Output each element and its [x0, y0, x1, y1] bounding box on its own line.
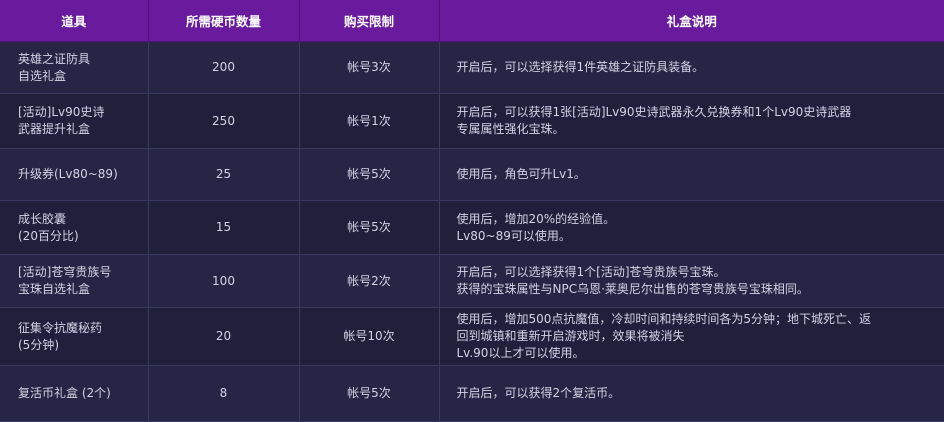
- description-cell: 开启后，可以选择获得1件英雄之证防具装备。: [439, 41, 944, 94]
- item-name-cell: [活动]Lv90史诗 武器提升礼盒: [0, 93, 149, 149]
- item-name-line: [活动]Lv90史诗: [18, 105, 105, 119]
- item-name-line: 成长胶囊: [18, 211, 67, 226]
- description-line: 开启后，可以获得2个复活币。: [456, 386, 621, 400]
- coin-cost-cell: 250: [148, 93, 300, 149]
- description-line: 回到城镇和重新开启游戏时，效果将被消失: [456, 329, 685, 343]
- purchase-limit-cell: 帐号5次: [299, 148, 440, 201]
- description-cell: 开启后，可以获得2个复活币。: [439, 365, 944, 422]
- coin-cost-cell: 200: [148, 41, 300, 94]
- description-line: 使用后，增加500点抗魔值，冷却时间和持续时间各为5分钟；地下城死亡、返: [456, 312, 872, 326]
- header-item: 道具: [0, 0, 149, 42]
- coin-cost-cell: 15: [148, 200, 300, 255]
- purchase-limit-cell: 帐号1次: [299, 93, 440, 149]
- description-cell: 使用后，角色可升Lv1。: [439, 148, 944, 201]
- purchase-limit-cell: 帐号10次: [299, 307, 440, 366]
- description-cell: 开启后，可以选择获得1个[活动]苍穹贵族号宝珠。 获得的宝珠属性与NPC乌恩·莱…: [439, 254, 944, 308]
- header-description: 礼盒说明: [439, 0, 944, 42]
- description-cell: 使用后，增加20%的经验值。 Lv80~89可以使用。: [439, 200, 944, 255]
- description-line: 开启后，可以选择获得1件英雄之证防具装备。: [456, 60, 705, 74]
- description-line: 使用后，角色可升Lv1。: [456, 167, 586, 181]
- purchase-limit-cell: 帐号5次: [299, 200, 440, 255]
- purchase-limit-cell: 帐号2次: [299, 254, 440, 308]
- item-name-cell: 成长胶囊 (20百分比): [0, 200, 149, 255]
- item-name-line: (20百分比): [18, 228, 79, 243]
- item-name-line: (5分钟): [18, 337, 59, 352]
- description-cell: 使用后，增加500点抗魔值，冷却时间和持续时间各为5分钟；地下城死亡、返 回到城…: [439, 307, 944, 366]
- item-name-cell: [活动]苍穹贵族号 宝珠自选礼盒: [0, 254, 149, 308]
- description-line: 使用后，增加20%的经验值。: [456, 211, 616, 226]
- coin-cost-cell: 100: [148, 254, 300, 308]
- item-name-line: 征集令抗魔秘药: [18, 320, 103, 335]
- description-line: 开启后，可以选择获得1个[活动]苍穹贵族号宝珠。: [456, 265, 726, 279]
- coin-cost-cell: 20: [148, 307, 300, 366]
- table-row: 征集令抗魔秘药 (5分钟) 20 帐号10次 使用后，增加500点抗魔值，冷却时…: [0, 307, 944, 366]
- purchase-limit-cell: 帐号5次: [299, 365, 440, 422]
- item-name-cell: 升级券(Lv80~89): [0, 148, 149, 201]
- table-row: 复活币礼盒 (2个) 8 帐号5次 开启后，可以获得2个复活币。: [0, 365, 944, 422]
- description-line: 获得的宝珠属性与NPC乌恩·莱奥尼尔出售的苍穹贵族号宝珠相同。: [456, 282, 809, 296]
- item-name-line: 自选礼盒: [18, 68, 67, 83]
- item-name-line: 英雄之证防具: [18, 51, 91, 66]
- gift-box-table: 道具 所需硬币数量 购买限制 礼盒说明 英雄之证防具 自选礼盒 200 帐号3次…: [0, 0, 944, 422]
- description-line: 开启后，可以获得1张[活动]Lv90史诗武器永久兑换券和1个Lv90史诗武器: [456, 105, 852, 119]
- header-limit: 购买限制: [299, 0, 440, 42]
- table-row: 升级券(Lv80~89) 25 帐号5次 使用后，角色可升Lv1。: [0, 148, 944, 201]
- item-name-cell: 英雄之证防具 自选礼盒: [0, 41, 149, 94]
- item-name-line: 升级券(Lv80~89): [18, 167, 118, 181]
- description-line: 专属属性强化宝珠。: [456, 122, 565, 136]
- item-name-cell: 复活币礼盒 (2个): [0, 365, 149, 422]
- description-line: Lv80~89可以使用。: [456, 228, 571, 243]
- item-name-line: 武器提升礼盒: [18, 122, 91, 136]
- table-row: 成长胶囊 (20百分比) 15 帐号5次 使用后，增加20%的经验值。 Lv80…: [0, 200, 944, 255]
- coin-cost-cell: 25: [148, 148, 300, 201]
- item-name-line: 宝珠自选礼盒: [18, 282, 91, 296]
- coin-cost-cell: 8: [148, 365, 300, 422]
- item-name-line: 复活币礼盒 (2个): [18, 386, 111, 400]
- table-row: 英雄之证防具 自选礼盒 200 帐号3次 开启后，可以选择获得1件英雄之证防具装…: [0, 41, 944, 94]
- description-cell: 开启后，可以获得1张[活动]Lv90史诗武器永久兑换券和1个Lv90史诗武器 专…: [439, 93, 944, 149]
- table-header-row: 道具 所需硬币数量 购买限制 礼盒说明: [0, 0, 944, 42]
- table-row: [活动]苍穹贵族号 宝珠自选礼盒 100 帐号2次 开启后，可以选择获得1个[活…: [0, 254, 944, 308]
- item-name-cell: 征集令抗魔秘药 (5分钟): [0, 307, 149, 366]
- description-line: Lv.90以上才可以使用。: [456, 346, 585, 360]
- header-coins: 所需硬币数量: [148, 0, 300, 42]
- table-row: [活动]Lv90史诗 武器提升礼盒 250 帐号1次 开启后，可以获得1张[活动…: [0, 93, 944, 149]
- item-name-line: [活动]苍穹贵族号: [18, 265, 112, 279]
- purchase-limit-cell: 帐号3次: [299, 41, 440, 94]
